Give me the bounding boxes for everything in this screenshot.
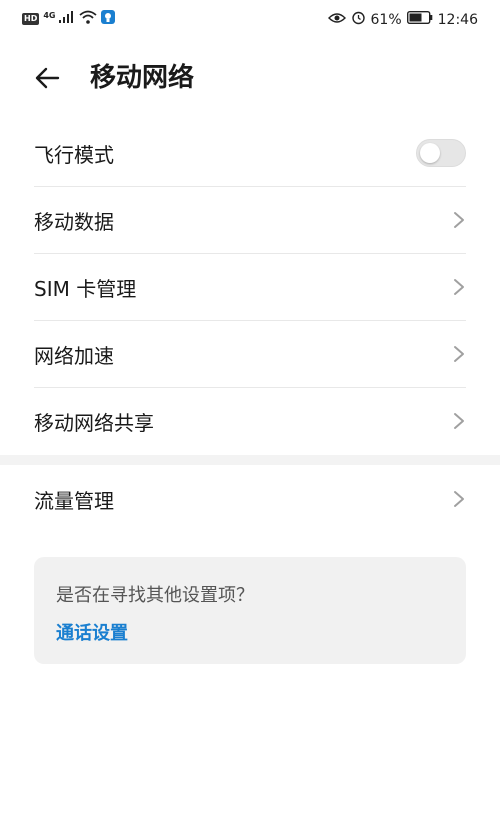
traffic-management-row[interactable]: 流量管理 bbox=[34, 466, 466, 532]
network-acceleration-row[interactable]: 网络加速 bbox=[34, 321, 466, 388]
network-acceleration-label: 网络加速 bbox=[34, 343, 114, 368]
tethering-row[interactable]: 移动网络共享 bbox=[34, 388, 466, 454]
app-notification-icon bbox=[101, 10, 116, 28]
battery-percent: 61% bbox=[370, 11, 402, 28]
call-settings-link[interactable]: 通话设置 bbox=[56, 619, 128, 645]
chevron-right-icon bbox=[454, 346, 464, 362]
network-type: 4G bbox=[43, 11, 56, 20]
suggestion-question: 是否在寻找其他设置项？ bbox=[56, 585, 254, 606]
clock: 12:46 bbox=[437, 11, 478, 28]
airplane-mode-label: 飞行模式 bbox=[34, 142, 114, 167]
chevron-right-icon bbox=[454, 212, 464, 228]
traffic-management-label: 流量管理 bbox=[34, 488, 114, 513]
page-title: 移动网络 bbox=[90, 63, 195, 93]
tethering-label: 移动网络共享 bbox=[34, 410, 154, 435]
sim-management-label: SIM 卡管理 bbox=[34, 276, 137, 301]
settings-list: 飞行模式 移动数据 SIM 卡管理 网络加速 移动网络共享 bbox=[0, 120, 500, 454]
back-arrow-icon bbox=[35, 67, 60, 89]
back-button[interactable] bbox=[30, 60, 66, 96]
eye-comfort-icon bbox=[327, 12, 346, 28]
mobile-data-row[interactable]: 移动数据 bbox=[34, 187, 466, 254]
toggle-knob bbox=[420, 143, 440, 163]
suggestion-card: 是否在寻找其他设置项？ 通话设置 bbox=[34, 557, 466, 664]
status-bar: HD 4G 61% 12:46 bbox=[0, 0, 500, 38]
chevron-right-icon bbox=[454, 279, 464, 295]
alarm-icon bbox=[351, 10, 366, 29]
airplane-mode-toggle[interactable] bbox=[416, 139, 466, 167]
sim-management-row[interactable]: SIM 卡管理 bbox=[34, 254, 466, 321]
airplane-mode-row[interactable]: 飞行模式 bbox=[34, 120, 466, 187]
battery-icon bbox=[406, 10, 433, 28]
hd-badge: HD bbox=[22, 13, 40, 25]
mobile-data-label: 移动数据 bbox=[34, 209, 114, 234]
section-divider bbox=[0, 455, 500, 465]
status-right: 61% 12:46 bbox=[327, 10, 478, 29]
chevron-right-icon bbox=[454, 491, 464, 507]
page-header: 移动网络 bbox=[0, 56, 500, 100]
status-left: HD 4G bbox=[22, 10, 116, 28]
wifi-icon bbox=[79, 10, 98, 28]
chevron-right-icon bbox=[454, 413, 464, 429]
settings-list-secondary: 流量管理 bbox=[0, 466, 500, 532]
signal-icon bbox=[59, 11, 75, 27]
